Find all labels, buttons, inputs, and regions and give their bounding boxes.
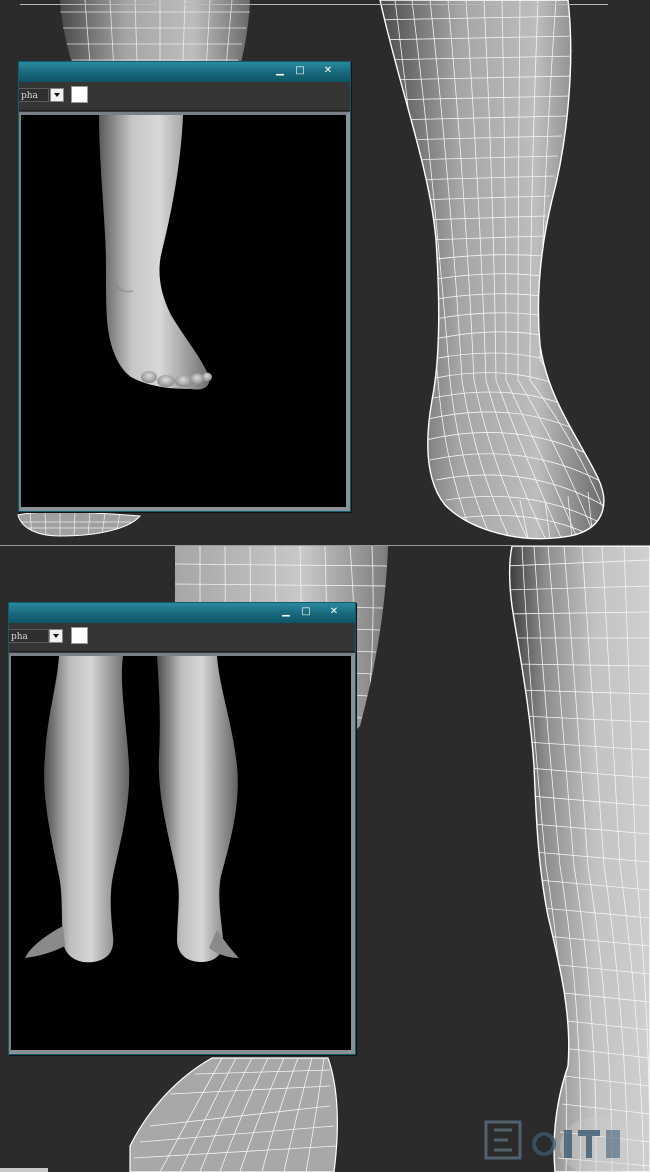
foot-render [99, 115, 210, 390]
chevron-down-icon[interactable] [50, 88, 64, 102]
maximize-icon[interactable]: □ [293, 65, 307, 77]
channel-select[interactable]: pha [9, 629, 49, 643]
left-calf-render [44, 656, 130, 963]
status-strip [0, 1168, 48, 1172]
bottom-render-viewport[interactable] [9, 653, 355, 1054]
close-icon[interactable]: ✕ [327, 606, 341, 618]
top-viewport-border [20, 4, 608, 5]
bottom-render-window-toolbar: pha [9, 623, 355, 652]
top-render-window-toolbar: pha [19, 82, 350, 111]
bottom-render-window-title-bar[interactable]: ▁ □ ✕ [9, 603, 355, 623]
toe-render [141, 371, 157, 383]
chevron-down-icon[interactable] [49, 629, 63, 643]
rendered-foot-image [99, 115, 212, 390]
color-swatch[interactable] [71, 86, 88, 103]
screenshot-root: ▁ □ ✕ pha ▁ □ ✕ pha [0, 0, 650, 1172]
bottom-foot-mesh [129, 1057, 338, 1172]
top-render-window[interactable]: ▁ □ ✕ pha [18, 61, 351, 512]
minimize-icon[interactable]: ▁ [273, 65, 287, 77]
toe-render [190, 373, 204, 385]
rendered-calves-image [25, 656, 239, 963]
toe-render [157, 375, 175, 387]
minimize-icon[interactable]: ▁ [279, 606, 293, 618]
foot-leg-mesh [379, 0, 605, 540]
close-icon[interactable]: ✕ [321, 65, 335, 77]
top-render-viewport[interactable] [19, 112, 350, 511]
top-viewport-panel[interactable]: ▁ □ ✕ pha [0, 0, 650, 545]
bottom-render-window[interactable]: ▁ □ ✕ pha [8, 602, 356, 1055]
toe-render [202, 372, 212, 382]
toe-render [175, 375, 191, 387]
top-render-window-title-bar[interactable]: ▁ □ ✕ [19, 62, 350, 82]
bottom-viewport-panel[interactable]: ▁ □ ✕ pha [0, 546, 650, 1172]
channel-select[interactable]: pha [19, 88, 49, 102]
logo-icon [484, 1120, 620, 1160]
right-calf-render [157, 656, 238, 962]
lower-left-foot-mesh [17, 511, 142, 537]
maximize-icon[interactable]: □ [299, 606, 313, 618]
left-foot-render [25, 926, 65, 958]
color-swatch[interactable] [71, 627, 88, 644]
